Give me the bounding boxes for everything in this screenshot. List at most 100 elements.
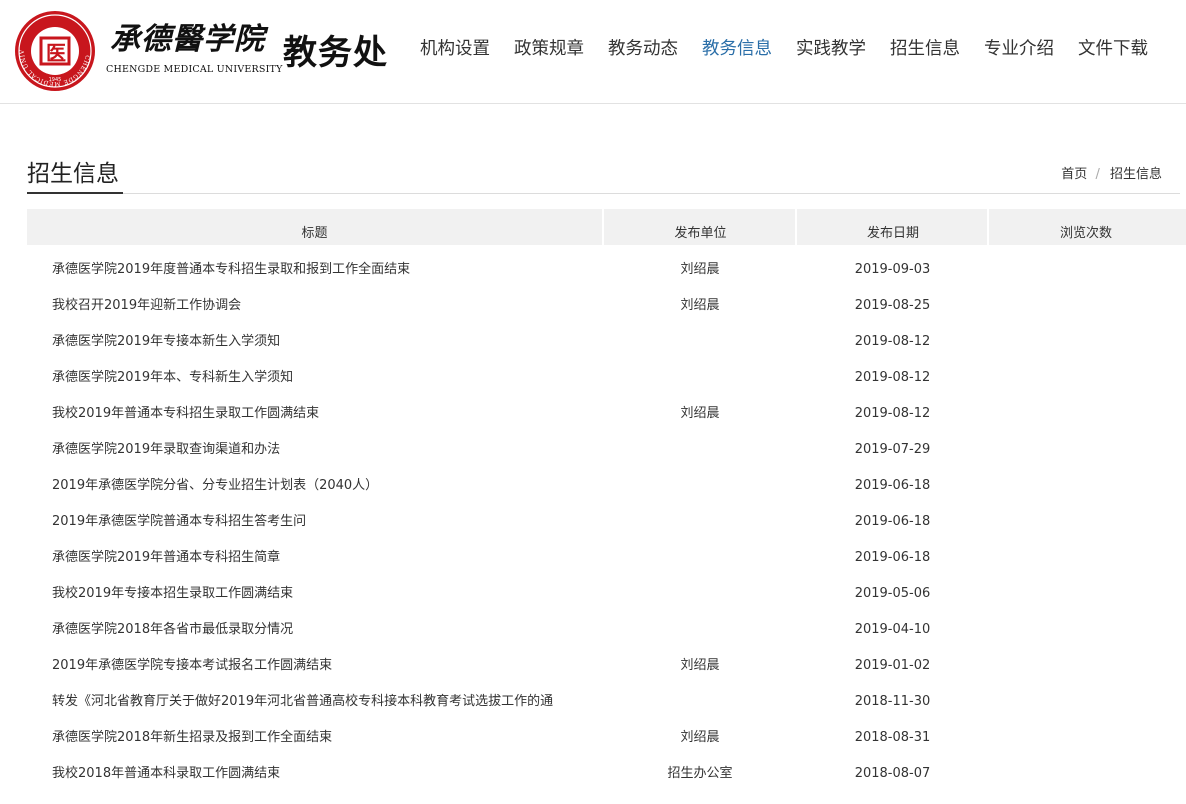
article-title-link[interactable]: 2019年承德医学院普通本专科招生答考生问: [52, 504, 602, 540]
date-cell: 2019-01-02: [854, 658, 931, 673]
views-cell: [989, 756, 1180, 792]
article-title-link[interactable]: 承德医学院2019年度普通本专科招生录取和报到工作全面结束: [52, 252, 602, 288]
views-cell: [989, 612, 1180, 648]
university-name-en: CHENGDE MEDICAL UNIVERSITY: [106, 64, 283, 75]
date-cell: 2019-08-12: [854, 406, 931, 421]
publisher-cell: 刘绍晨: [680, 406, 720, 421]
views-cell: [989, 432, 1180, 468]
article-title-link[interactable]: 2019年承德医学院分省、分专业招生计划表（2040人）: [52, 468, 602, 504]
views-cell: [989, 504, 1180, 540]
nav-item-admissions[interactable]: 招生信息: [878, 34, 972, 64]
views-cell: [989, 720, 1180, 756]
table-row: 2019年承德医学院分省、分专业招生计划表（2040人） 2019-06-18: [0, 468, 1186, 504]
table-row: 承德医学院2018年新生招录及报到工作全面结束 刘绍晨 2018-08-31: [0, 720, 1186, 756]
table-row: 我校召开2019年迎新工作协调会 刘绍晨 2019-08-25: [0, 288, 1186, 324]
column-header-date: 发布日期: [795, 209, 989, 245]
column-header-views: 浏览次数: [987, 209, 1183, 245]
title-divider: [27, 193, 1180, 194]
article-title-link[interactable]: 2019年承德医学院专接本考试报名工作圆满结束: [52, 648, 602, 684]
date-cell: 2018-11-30: [854, 694, 931, 709]
views-cell: [989, 576, 1180, 612]
publisher-cell: [604, 504, 796, 540]
date-cell: 2019-08-12: [854, 370, 931, 385]
article-title-link[interactable]: 我校2019年普通本专科招生录取工作圆满结束: [52, 396, 602, 432]
breadcrumb-home-link[interactable]: 首页: [1061, 167, 1087, 182]
views-cell: [989, 468, 1180, 504]
publisher-cell: [604, 432, 796, 468]
page-title: 招生信息: [27, 161, 119, 187]
svg-text:1945: 1945: [49, 77, 62, 83]
table-row: 我校2018年普通本科录取工作圆满结束 招生办公室 2018-08-07: [0, 756, 1186, 792]
views-cell: [989, 360, 1180, 396]
table-row: 承德医学院2018年各省市最低录取分情况 2019-04-10: [0, 612, 1186, 648]
views-cell: [989, 324, 1180, 360]
date-cell: 2019-08-12: [854, 334, 931, 349]
nav-item-downloads[interactable]: 文件下载: [1066, 34, 1160, 64]
table-row: 承德医学院2019年普通本专科招生简章 2019-06-18: [0, 540, 1186, 576]
publisher-cell: 刘绍晨: [680, 262, 720, 277]
table-row: 承德医学院2019年专接本新生入学须知 2019-08-12: [0, 324, 1186, 360]
table-row: 我校2019年专接本招生录取工作圆满结束 2019-05-06: [0, 576, 1186, 612]
date-cell: 2019-04-10: [854, 622, 931, 637]
table-row: 承德医学院2019年录取查询渠道和办法 2019-07-29: [0, 432, 1186, 468]
publisher-cell: [604, 576, 796, 612]
column-header-unit: 发布单位: [602, 209, 797, 245]
column-header-title: 标题: [301, 226, 328, 241]
date-cell: 2019-06-18: [854, 514, 931, 529]
views-cell: [989, 396, 1180, 432]
views-cell: [989, 252, 1180, 288]
views-cell: [989, 540, 1180, 576]
article-list: 承德医学院2019年度普通本专科招生录取和报到工作全面结束 刘绍晨 2019-0…: [0, 252, 1186, 792]
nav-item-practice[interactable]: 实践教学: [784, 34, 878, 64]
nav-item-org[interactable]: 机构设置: [408, 34, 502, 64]
breadcrumb: 首页 / 招生信息: [1061, 163, 1162, 182]
nav-item-info[interactable]: 教务信息: [690, 34, 784, 64]
article-title-link[interactable]: 我校2019年专接本招生录取工作圆满结束: [52, 576, 602, 612]
article-title-link[interactable]: 承德医学院2019年本、专科新生入学须知: [52, 360, 602, 396]
article-title-link[interactable]: 承德医学院2018年新生招录及报到工作全面结束: [52, 720, 602, 756]
date-cell: 2019-05-06: [854, 586, 931, 601]
date-cell: 2019-06-18: [854, 478, 931, 493]
title-underline: [27, 192, 123, 194]
publisher-cell: 刘绍晨: [680, 730, 720, 745]
table-header: 标题 发布单位 发布日期 浏览次数: [27, 209, 1186, 245]
publisher-cell: 招生办公室: [667, 766, 733, 781]
table-row: 承德医学院2019年度普通本专科招生录取和报到工作全面结束 刘绍晨 2019-0…: [0, 252, 1186, 288]
article-title-link[interactable]: 我校2018年普通本科录取工作圆满结束: [52, 756, 602, 792]
publisher-cell: 刘绍晨: [680, 658, 720, 673]
views-cell: [989, 288, 1180, 324]
office-name: 教务处: [283, 33, 388, 73]
publisher-cell: [604, 540, 796, 576]
table-row: 转发《河北省教育厅关于做好2019年河北省普通高校专科接本科教育考试选拔工作的通…: [0, 684, 1186, 720]
date-cell: 2019-09-03: [854, 262, 931, 277]
article-title-link[interactable]: 承德医学院2018年各省市最低录取分情况: [52, 612, 602, 648]
article-title-link[interactable]: 承德医学院2019年录取查询渠道和办法: [52, 432, 602, 468]
article-title-link[interactable]: 我校召开2019年迎新工作协调会: [52, 288, 602, 324]
nav-item-majors[interactable]: 专业介绍: [972, 34, 1066, 64]
main-nav: 机构设置 政策规章 教务动态 教务信息 实践教学 招生信息 专业介绍 文件下载: [408, 34, 1160, 64]
nav-item-policy[interactable]: 政策规章: [502, 34, 596, 64]
table-row: 2019年承德医学院专接本考试报名工作圆满结束 刘绍晨 2019-01-02: [0, 648, 1186, 684]
svg-text:医: 医: [46, 41, 66, 65]
publisher-cell: 刘绍晨: [680, 298, 720, 313]
site-header: CHENGDE MEDICAL UNIVERSITY 医 1945 承德醫学院 …: [0, 0, 1186, 104]
publisher-cell: [604, 468, 796, 504]
article-title-link[interactable]: 承德医学院2019年普通本专科招生简章: [52, 540, 602, 576]
breadcrumb-current: 招生信息: [1109, 167, 1162, 182]
table-row: 2019年承德医学院普通本专科招生答考生问 2019-06-18: [0, 504, 1186, 540]
publisher-cell: [604, 360, 796, 396]
article-title-link[interactable]: 转发《河北省教育厅关于做好2019年河北省普通高校专科接本科教育考试选拔工作的通: [52, 684, 602, 720]
university-seal-logo[interactable]: CHENGDE MEDICAL UNIVERSITY 医 1945: [14, 10, 96, 92]
date-cell: 2018-08-07: [854, 766, 931, 781]
publisher-cell: [604, 684, 796, 720]
publisher-cell: [604, 612, 796, 648]
date-cell: 2019-06-18: [854, 550, 931, 565]
nav-item-news[interactable]: 教务动态: [596, 34, 690, 64]
date-cell: 2019-08-25: [854, 298, 931, 313]
views-cell: [989, 684, 1180, 720]
article-title-link[interactable]: 承德医学院2019年专接本新生入学须知: [52, 324, 602, 360]
table-row: 承德医学院2019年本、专科新生入学须知 2019-08-12: [0, 360, 1186, 396]
university-name-cn: 承德醫学院: [110, 22, 265, 57]
breadcrumb-separator: /: [1095, 167, 1100, 182]
table-row: 我校2019年普通本专科招生录取工作圆满结束 刘绍晨 2019-08-12: [0, 396, 1186, 432]
